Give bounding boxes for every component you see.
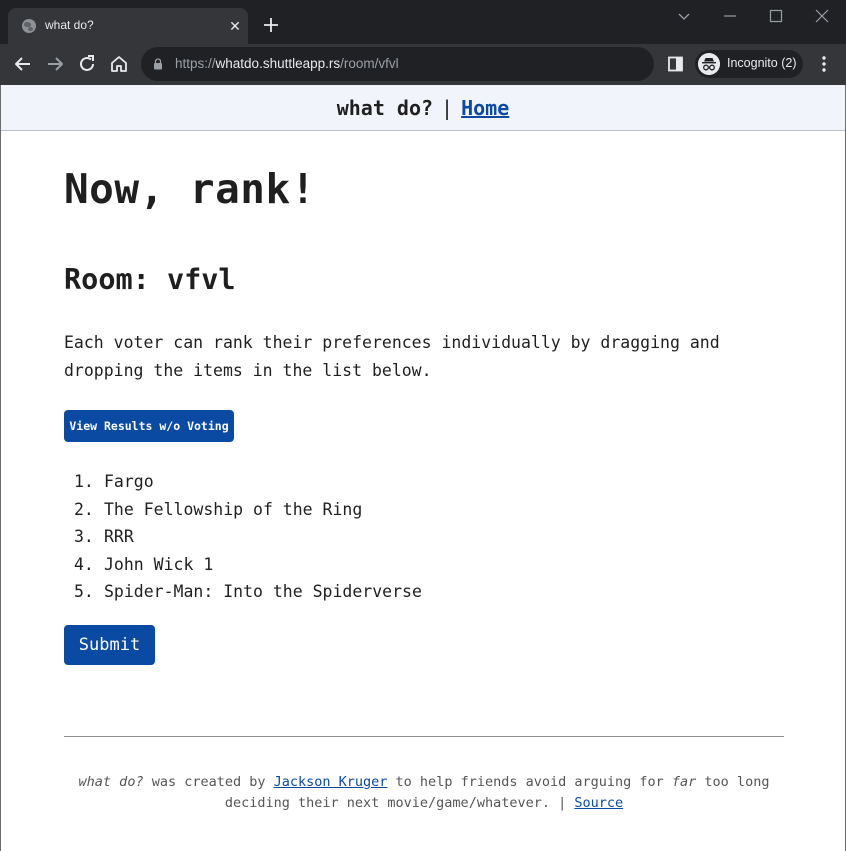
web-page: what do? | Home Now, rank! Room: vfvl Each… [0,85,846,851]
browser-tab-strip: what do? ✕ [0,0,846,44]
maximize-icon[interactable] [766,6,786,26]
rank-item-label: John Wick 1 [104,554,214,574]
room-label: Room: vfvl [64,263,236,296]
url-host: whatdo.shuttleapp.rs [215,56,341,71]
side-panel-icon[interactable] [667,55,685,73]
forward-arrow-icon[interactable] [44,53,66,75]
footer-emphasis: far [671,774,697,790]
rank-item-label: Fargo [104,472,154,491]
instructions-text: Each voter can rank their preferences in… [64,333,720,380]
ranking-item[interactable]: 4. John Wick 1 [74,551,422,579]
home-link[interactable]: Home [461,96,509,120]
ranking-item[interactable]: 1. Fargo [74,468,422,496]
footer-divider [64,736,784,737]
incognito-icon [698,53,720,75]
address-bar[interactable]: https://whatdo.shuttleapp.rs/room/vfvl [141,47,654,81]
ranking-item[interactable]: 5. Spider-Man: Into the Spiderverse [74,578,422,606]
source-link[interactable]: Source [574,795,623,811]
ranking-item[interactable]: 2. The Fellowship of the Ring [74,496,422,524]
site-header: what do? | Home [1,85,845,131]
rank-number: 1. [74,472,94,491]
incognito-label: Incognito (2) [727,56,797,70]
footer-text-middle: to help friends avoid arguing for [387,774,672,790]
ranking-list: 1. Fargo 2. The Fellowship of the Ring 3. R… [74,468,422,606]
url-text[interactable]: https://whatdo.shuttleapp.rs/room/vfvl [175,56,399,71]
url-path: /room/vfvl [340,56,399,71]
home-icon[interactable] [108,53,130,75]
close-window-icon[interactable] [812,6,832,26]
minimize-icon[interactable] [720,6,740,26]
page-title: Now, rank! [64,165,316,213]
new-tab-icon[interactable] [261,15,281,35]
tab-search-icon[interactable] [674,6,694,26]
site-brand: what do? [336,96,434,120]
browser-toolbar: https://whatdo.shuttleapp.rs/room/vfvl I… [0,44,846,85]
url-scheme: https:// [175,56,216,71]
header-separator: | [441,96,454,120]
submit-button[interactable]: Submit [64,625,155,665]
ranking-item[interactable]: 3. RRR [74,523,422,551]
lock-icon[interactable] [152,58,164,70]
footer-text-created-by: was created by [143,774,274,790]
close-tab-icon[interactable]: ✕ [226,17,244,35]
site-footer: what do? was created by Jackson Kruger t… [64,772,784,814]
back-arrow-icon[interactable] [12,53,34,75]
rank-number: 2. [74,499,94,519]
globe-icon [22,19,36,33]
rank-item-label: Spider-Man: Into the Spiderverse [104,582,422,601]
rank-number: 3. [74,527,94,546]
author-link[interactable]: Jackson Kruger [274,774,388,790]
rank-item-label: RRR [104,527,134,546]
kebab-menu-icon[interactable] [816,55,832,73]
reload-icon[interactable] [76,53,98,75]
rank-number: 4. [74,554,94,574]
rank-number: 5. [74,582,94,601]
tab-title: what do? [45,18,94,32]
browser-tab[interactable]: what do? ✕ [8,8,248,44]
rank-item-label: The Fellowship of the Ring [104,499,363,519]
view-results-button[interactable]: View Results w/o Voting [64,410,234,442]
footer-app-name: what do? [78,774,144,790]
incognito-indicator[interactable]: Incognito (2) [695,50,803,78]
